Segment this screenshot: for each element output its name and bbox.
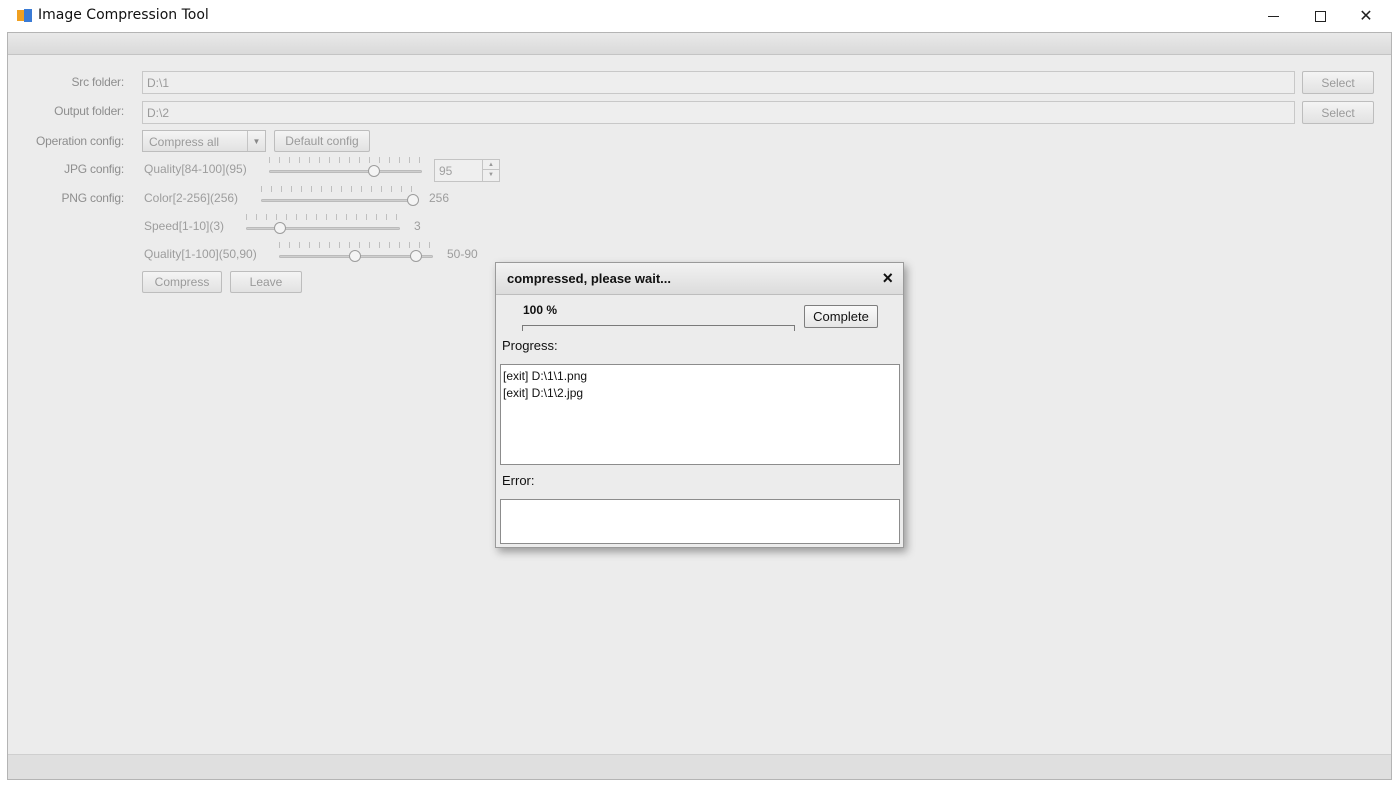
output-folder-input[interactable]: D:\2	[142, 101, 1295, 124]
spinner-down-icon[interactable]: ▼	[483, 170, 499, 180]
title-bar[interactable]: Image Compression Tool ✕	[0, 0, 1399, 32]
output-select-button[interactable]: Select	[1302, 101, 1374, 124]
compress-button[interactable]: Compress	[142, 271, 222, 293]
jpg-quality-slider[interactable]	[269, 157, 422, 179]
error-log[interactable]	[500, 499, 900, 544]
jpg-quality-spinner-value: 95	[439, 164, 453, 178]
minimize-button[interactable]	[1250, 0, 1296, 32]
minimize-icon	[1267, 15, 1279, 17]
slider-thumb[interactable]	[368, 165, 380, 177]
png-quality-range-slider[interactable]	[279, 242, 433, 264]
png-speed-slider[interactable]	[246, 214, 400, 236]
jpg-config-label: JPG config:	[64, 162, 124, 176]
menu-bar	[8, 33, 1391, 55]
default-config-button[interactable]: Default config	[274, 130, 370, 152]
slider-thumb[interactable]	[407, 194, 419, 206]
src-folder-input[interactable]: D:\1	[142, 71, 1295, 94]
jpg-quality-spinner[interactable]: 95 ▲ ▼	[434, 159, 500, 182]
operation-select[interactable]: Compress all ▼	[142, 130, 266, 152]
close-window-button[interactable]: ✕	[1343, 0, 1389, 32]
jpg-quality-label: Quality[84-100](95)	[144, 162, 247, 176]
png-quality-value: 50-90	[447, 247, 478, 261]
progress-bar	[522, 325, 795, 331]
output-folder-label: Output folder:	[54, 104, 124, 118]
png-speed-value: 3	[414, 219, 421, 233]
operation-config-label: Operation config:	[36, 134, 124, 148]
png-config-label: PNG config:	[61, 191, 125, 205]
close-icon: ✕	[1359, 8, 1373, 25]
operation-select-value: Compress all	[149, 135, 220, 149]
slider-thumb-high[interactable]	[410, 250, 422, 262]
src-select-button[interactable]: Select	[1302, 71, 1374, 94]
error-label: Error:	[502, 473, 535, 488]
maximize-icon	[1314, 10, 1326, 22]
progress-log[interactable]: [exit] D:\1\1.png [exit] D:\1\2.jpg	[500, 364, 900, 465]
progress-label: Progress:	[502, 338, 558, 353]
leave-button[interactable]: Leave	[230, 271, 302, 293]
slider-ticks	[246, 214, 400, 220]
maximize-button[interactable]	[1297, 0, 1343, 32]
slider-track	[269, 170, 422, 173]
slider-ticks	[261, 186, 419, 192]
window-title: Image Compression Tool	[38, 7, 209, 23]
dialog-title-bar[interactable]: compressed, please wait... ×	[496, 263, 903, 295]
log-line: [exit] D:\1\2.jpg	[503, 386, 584, 400]
slider-thumb[interactable]	[274, 222, 286, 234]
chevron-down-icon: ▼	[247, 131, 265, 151]
png-color-label: Color[2-256](256)	[144, 191, 239, 205]
slider-ticks	[269, 157, 422, 163]
app-icon	[17, 9, 32, 22]
png-speed-label: Speed[1-10](3)	[144, 219, 225, 233]
slider-thumb-low[interactable]	[349, 250, 361, 262]
app-window: Image Compression Tool ✕ Src folder: D:\…	[0, 0, 1399, 787]
slider-ticks	[279, 242, 433, 248]
complete-button[interactable]: Complete	[804, 305, 878, 328]
slider-track	[246, 227, 400, 230]
src-folder-label: Src folder:	[71, 75, 125, 89]
png-quality-label: Quality[1-100](50,90)	[144, 247, 257, 261]
png-color-value: 256	[429, 191, 450, 205]
close-icon[interactable]: ×	[882, 268, 893, 289]
slider-track	[261, 199, 419, 202]
png-color-slider[interactable]	[261, 186, 419, 208]
spinner-up-icon[interactable]: ▲	[483, 160, 499, 170]
status-bar	[8, 754, 1391, 779]
progress-dialog: compressed, please wait... × 100 % Compl…	[495, 262, 904, 548]
progress-percent: 100 %	[523, 303, 558, 317]
dialog-title: compressed, please wait...	[507, 271, 672, 286]
log-line: [exit] D:\1\1.png	[503, 369, 588, 383]
